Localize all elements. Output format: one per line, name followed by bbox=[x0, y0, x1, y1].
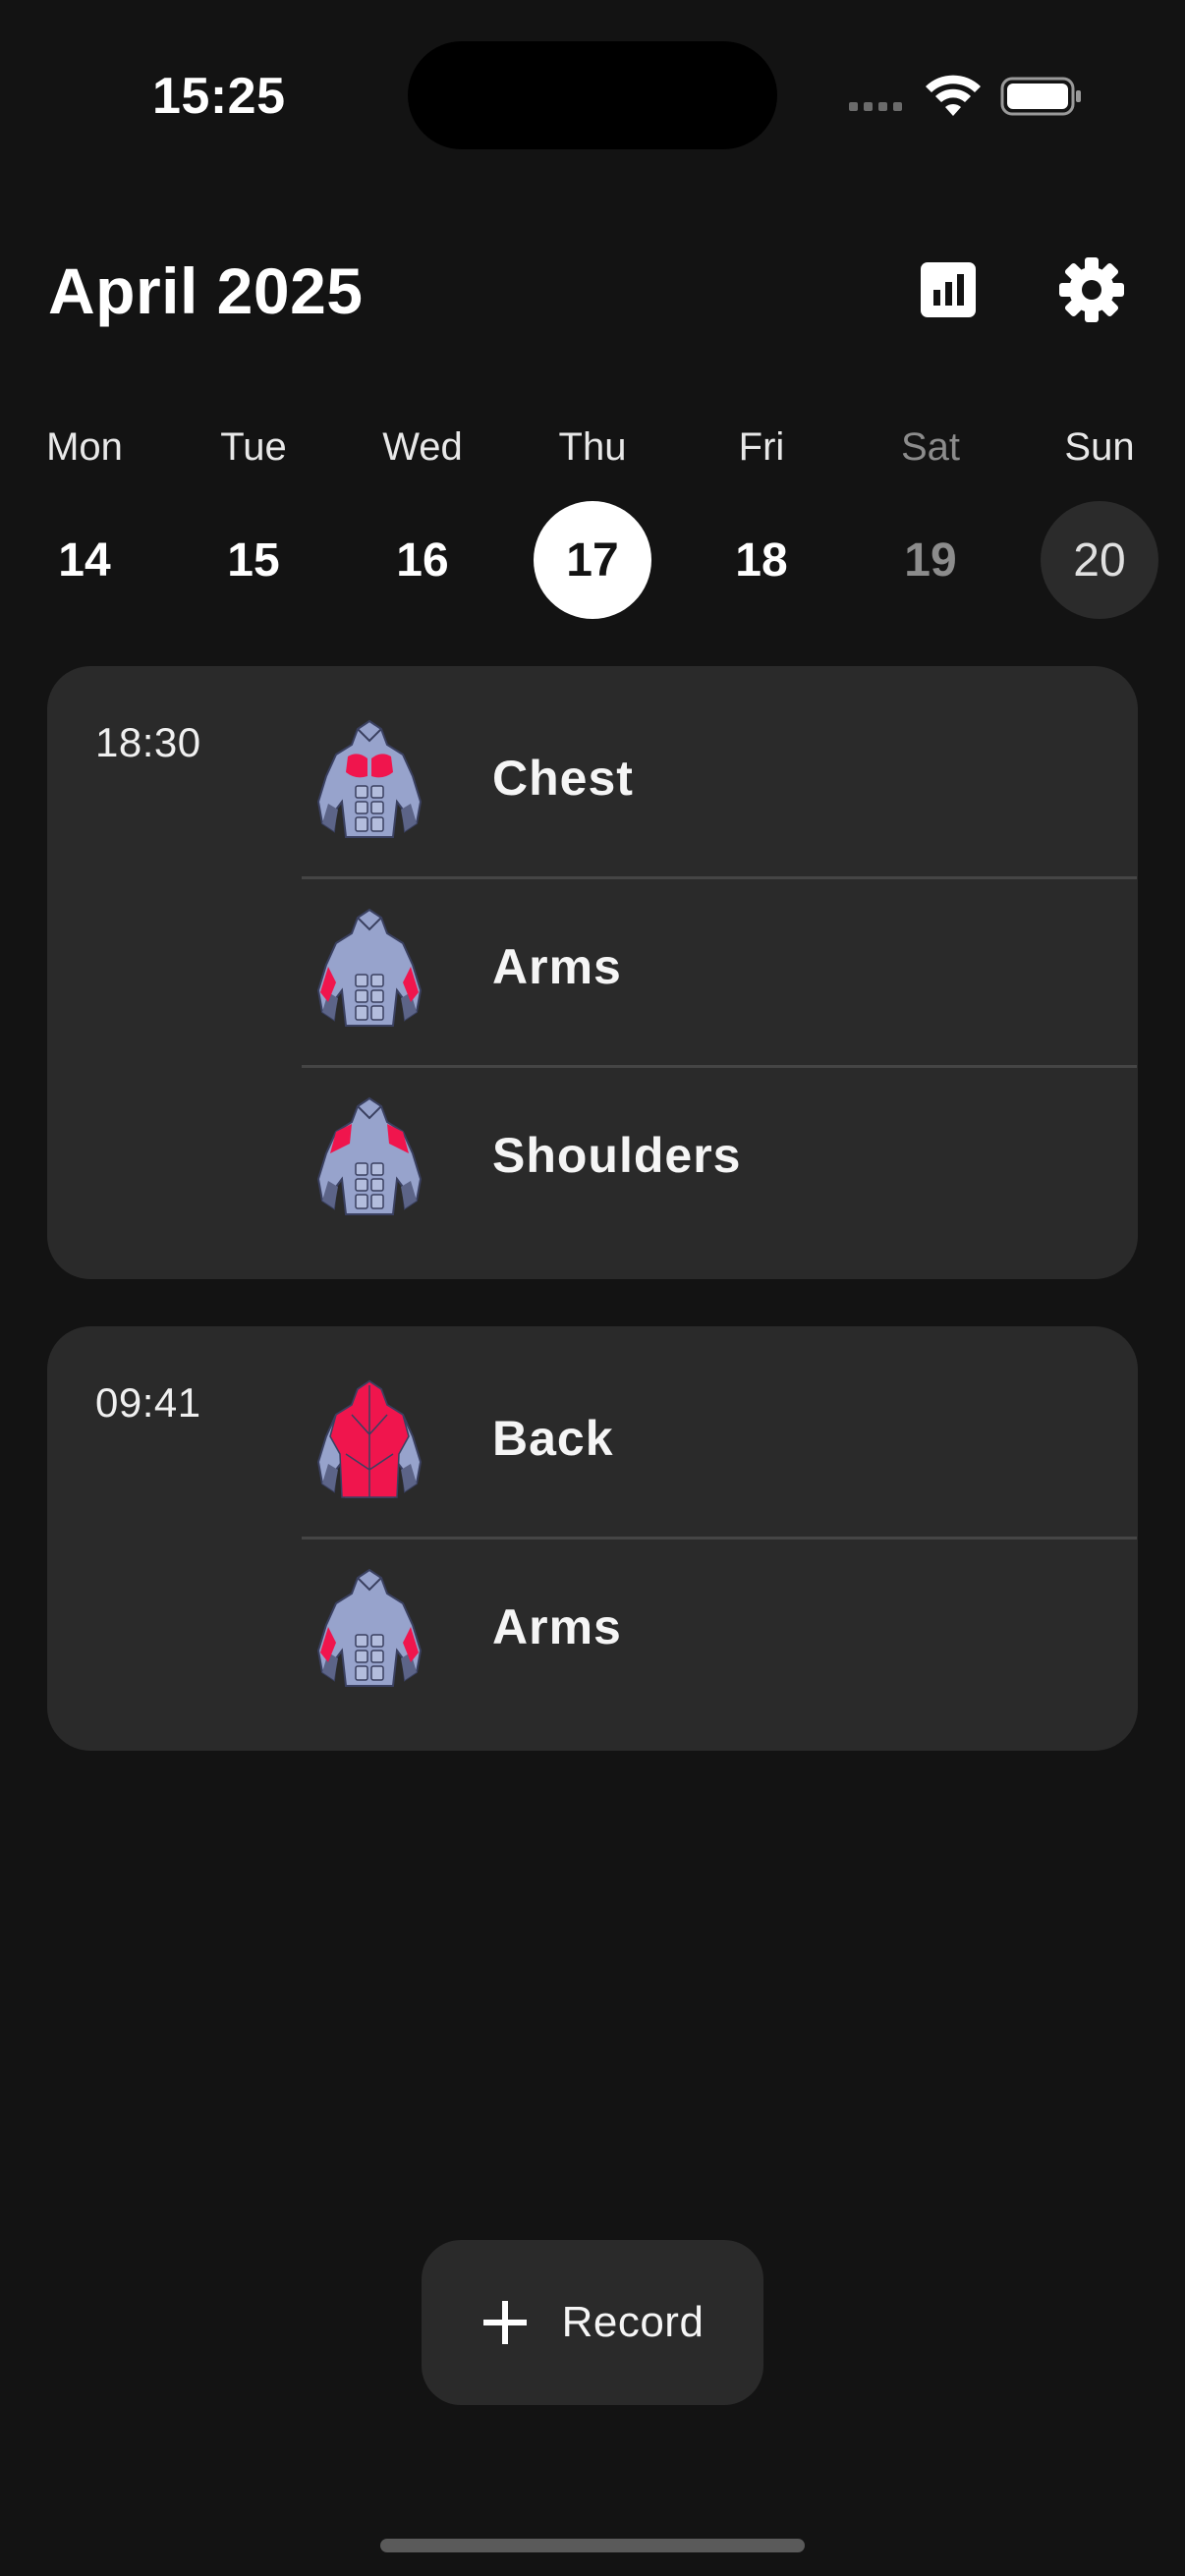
day-name: Fri bbox=[738, 425, 785, 469]
gear-icon[interactable] bbox=[1057, 255, 1126, 324]
day-sat[interactable]: Sat 19 bbox=[872, 422, 989, 619]
arms-muscle-icon bbox=[317, 1569, 422, 1687]
day-wed[interactable]: Wed 16 bbox=[364, 422, 481, 619]
home-indicator[interactable] bbox=[380, 2539, 805, 2552]
exercise-label: Back bbox=[492, 1411, 614, 1466]
wifi-icon bbox=[926, 75, 981, 116]
day-name: Sat bbox=[900, 425, 961, 469]
day-fri[interactable]: Fri 18 bbox=[703, 422, 820, 619]
day-number: 15 bbox=[227, 533, 280, 587]
record-label: Record bbox=[561, 2298, 705, 2346]
exercise-row-shoulders[interactable]: Shoulders bbox=[254, 1043, 1089, 1232]
day-sun-today[interactable]: Sun 20 bbox=[1041, 422, 1158, 619]
status-time: 15:25 bbox=[152, 68, 286, 125]
day-thu-selected[interactable]: Thu 17 bbox=[534, 422, 651, 619]
day-number: 14 bbox=[58, 533, 111, 587]
exercise-row-chest[interactable]: Chest bbox=[254, 666, 1089, 855]
day-tue[interactable]: Tue 15 bbox=[195, 422, 312, 619]
day-number: 17 bbox=[566, 533, 619, 587]
record-button[interactable]: Record bbox=[422, 2240, 763, 2405]
exercise-row-arms[interactable]: Arms bbox=[254, 1515, 1089, 1704]
shoulders-muscle-icon bbox=[317, 1097, 422, 1215]
workout-card[interactable]: 18:30 Chest Arms Shoulders bbox=[47, 666, 1138, 1279]
workout-time: 18:30 bbox=[95, 719, 201, 765]
exercise-row-arms[interactable]: Arms bbox=[254, 855, 1089, 1043]
exercise-label: Chest bbox=[492, 751, 634, 806]
arms-muscle-icon bbox=[317, 909, 422, 1027]
cellular-signal-icon bbox=[849, 102, 902, 111]
day-name: Thu bbox=[558, 425, 627, 469]
workout-time: 09:41 bbox=[95, 1379, 201, 1426]
day-number: 16 bbox=[396, 533, 449, 587]
day-name: Sun bbox=[1064, 425, 1135, 469]
stats-icon[interactable] bbox=[919, 260, 978, 319]
day-name: Wed bbox=[382, 425, 463, 469]
dynamic-island bbox=[408, 41, 777, 149]
day-name: Mon bbox=[46, 425, 123, 469]
page-title: April 2025 bbox=[48, 254, 364, 327]
day-mon[interactable]: Mon 14 bbox=[26, 422, 143, 619]
day-number: 19 bbox=[904, 533, 957, 587]
exercise-label: Arms bbox=[492, 939, 622, 994]
exercise-label: Shoulders bbox=[492, 1128, 742, 1183]
workout-card[interactable]: 09:41 Back Arms bbox=[47, 1326, 1138, 1751]
exercise-row-back[interactable]: Back bbox=[254, 1326, 1089, 1515]
day-number: 18 bbox=[735, 533, 788, 587]
back-muscle-icon bbox=[317, 1380, 422, 1498]
exercise-label: Arms bbox=[492, 1599, 622, 1654]
chest-muscle-icon bbox=[317, 720, 422, 838]
battery-icon bbox=[1000, 77, 1081, 116]
day-number: 20 bbox=[1073, 533, 1126, 587]
day-name: Tue bbox=[220, 425, 287, 469]
week-strip: Mon 14 Tue 15 Wed 16 Thu 17 Fri 18 Sat 1… bbox=[0, 422, 1185, 619]
plus-icon bbox=[482, 2301, 527, 2344]
